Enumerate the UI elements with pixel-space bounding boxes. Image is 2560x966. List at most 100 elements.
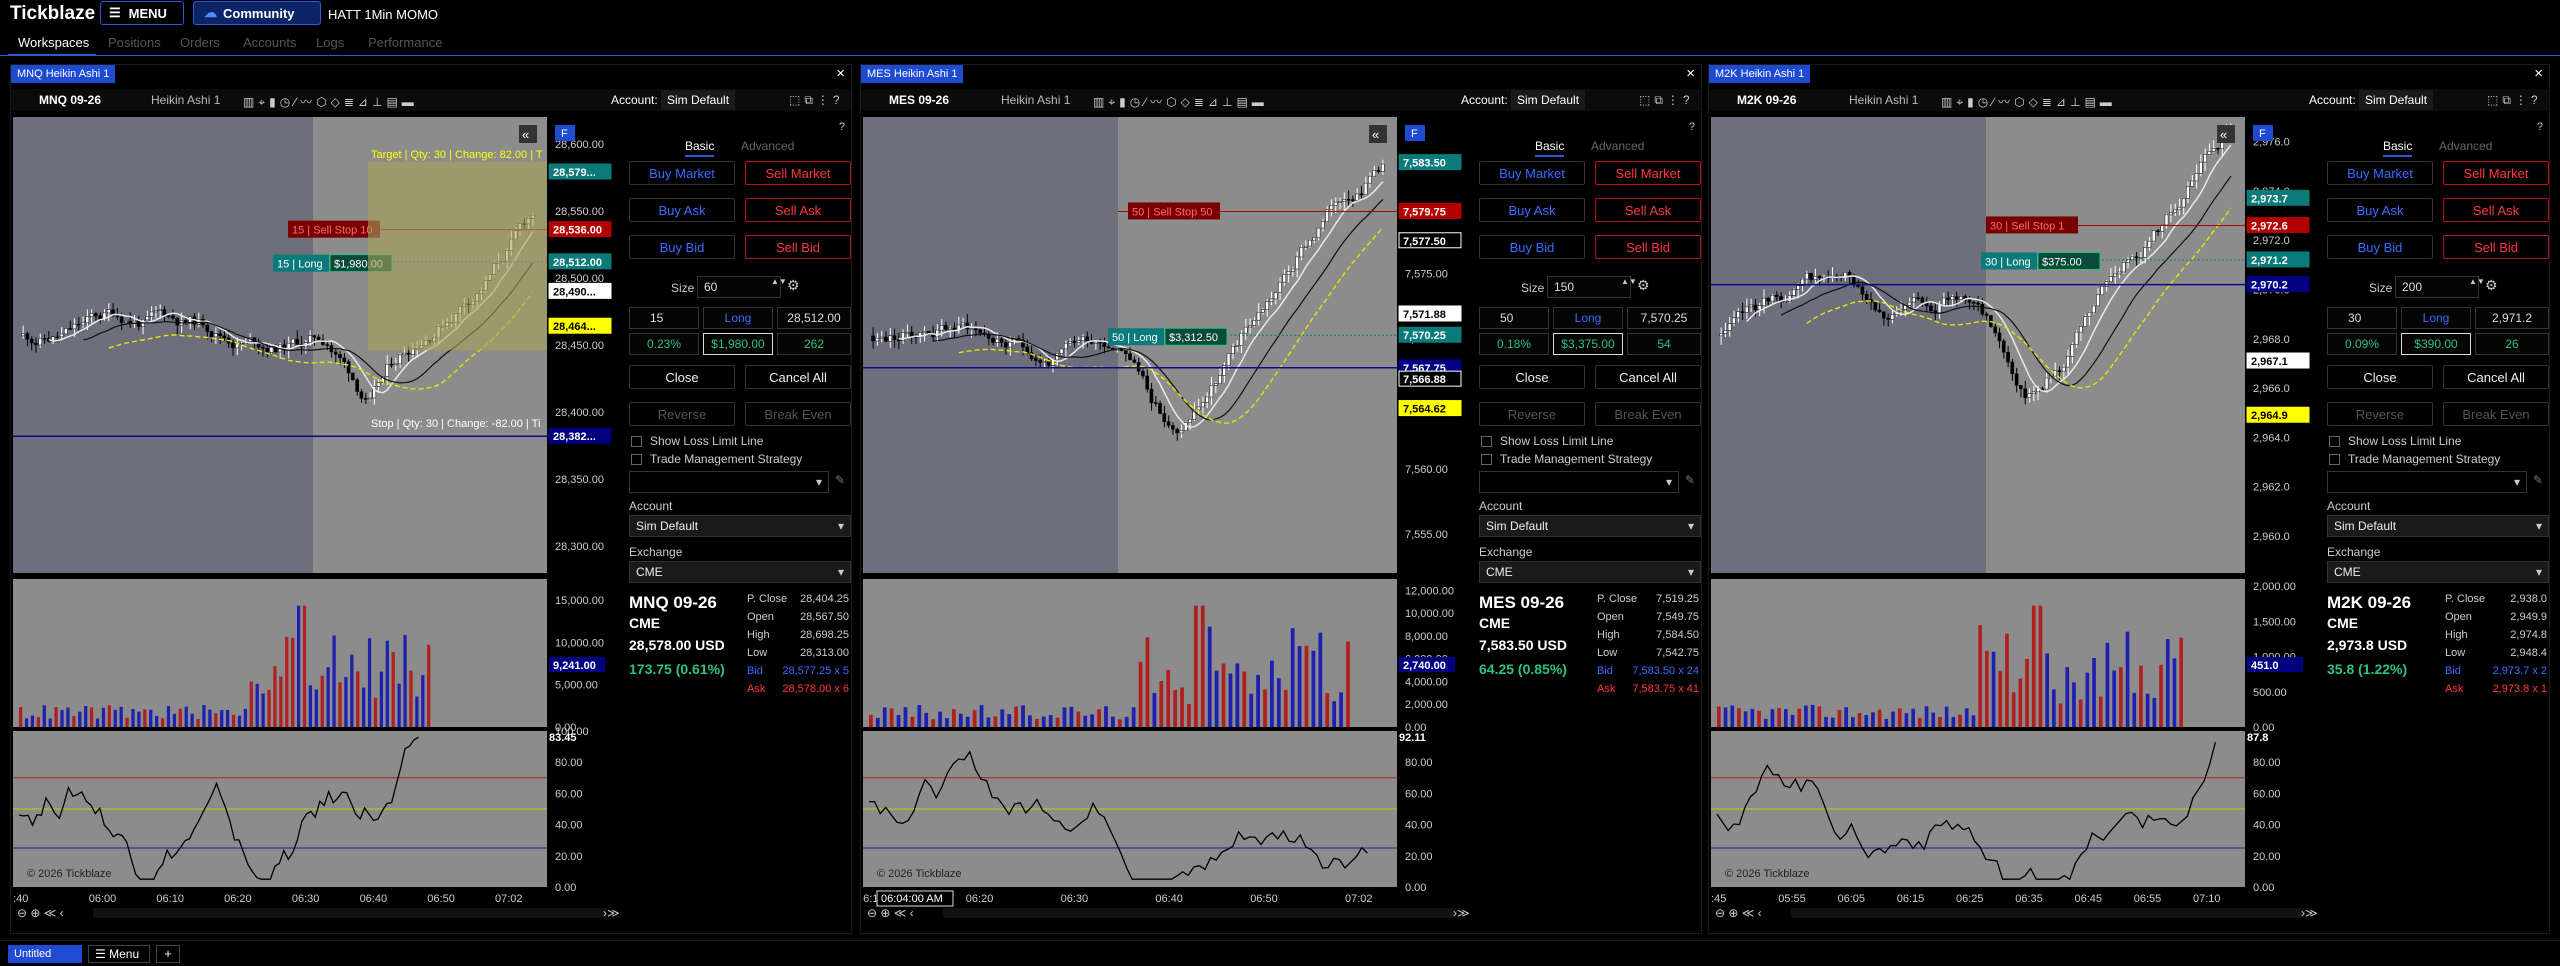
symbol-selector[interactable]: MES 09-26 — [889, 93, 949, 107]
reverse-button[interactable]: Reverse — [2327, 402, 2433, 426]
symbol-selector[interactable]: M2K 09-26 — [1737, 93, 1796, 107]
close-icon[interactable]: × — [2534, 65, 2543, 83]
window-options-icon[interactable]: ⬚⧉⋮? — [789, 93, 844, 108]
window-title[interactable]: MNQ Heikin Ashi 1 — [11, 65, 116, 83]
drawing-tools-icon[interactable]: ▥⌖▮◷⁄〰⬡◇≣⊿⊥▤▬ — [1941, 93, 2116, 110]
break-even-button[interactable]: Break Even — [2443, 402, 2549, 426]
edit-icon[interactable]: ✎ — [2533, 473, 2543, 487]
edit-icon[interactable]: ✎ — [835, 473, 845, 487]
help-icon[interactable]: ? — [839, 121, 845, 133]
tab-advanced[interactable]: Advanced — [1591, 139, 1644, 153]
tab-advanced[interactable]: Advanced — [741, 139, 794, 153]
close-position-button[interactable]: Close — [2327, 365, 2433, 389]
size-input[interactable]: 60 — [697, 276, 781, 298]
tab-workspaces[interactable]: Workspaces — [18, 35, 89, 50]
account-selector[interactable]: Sim Default — [2359, 90, 2434, 110]
size-stepper-icon[interactable]: ▲▼ — [771, 277, 787, 287]
symbol-selector[interactable]: MNQ 09-26 — [39, 93, 101, 107]
strategy-select[interactable] — [1479, 471, 1679, 493]
cancel-all-button[interactable]: Cancel All — [2443, 365, 2549, 389]
size-input[interactable]: 150 — [1547, 276, 1631, 298]
tab-performance[interactable]: Performance — [368, 35, 442, 50]
buy-market-button[interactable]: Buy Market — [629, 161, 735, 185]
trade-management-checkbox[interactable]: Trade Management Strategy — [1481, 452, 1652, 466]
size-input[interactable]: 200 — [2395, 276, 2479, 298]
sell-bid-button[interactable]: Sell Bid — [1595, 235, 1701, 259]
sell-market-button[interactable]: Sell Market — [745, 161, 851, 185]
edit-icon[interactable]: ✎ — [1685, 473, 1695, 487]
show-loss-limit-checkbox[interactable]: Show Loss Limit Line — [2329, 434, 2461, 448]
price-chart[interactable]: 2,976.02,974.02,972.02,970.02,968.02,966… — [1711, 117, 2329, 937]
size-stepper-icon[interactable]: ▲▼ — [1621, 277, 1637, 287]
close-position-button[interactable]: Close — [1479, 365, 1585, 389]
window-options-icon[interactable]: ⬚⧉⋮? — [1639, 93, 1694, 108]
account-select[interactable]: Sim Default — [2327, 515, 2549, 537]
trade-management-checkbox[interactable]: Trade Management Strategy — [2329, 452, 2500, 466]
community-button[interactable]: ☁ Community — [193, 1, 321, 25]
sell-bid-button[interactable]: Sell Bid — [2443, 235, 2549, 259]
help-icon[interactable]: ? — [2537, 121, 2543, 133]
break-even-button[interactable]: Break Even — [745, 402, 851, 426]
reverse-button[interactable]: Reverse — [629, 402, 735, 426]
tab-basic[interactable]: Basic — [2383, 139, 2413, 157]
buy-bid-button[interactable]: Buy Bid — [2327, 235, 2433, 259]
add-workspace-button[interactable]: + — [156, 945, 180, 963]
sell-market-button[interactable]: Sell Market — [2443, 161, 2549, 185]
bottom-menu-button[interactable]: ☰ Menu — [88, 945, 150, 963]
chart-type-selector[interactable]: Heikin Ashi 1 — [1001, 93, 1070, 107]
exchange-select[interactable]: CME — [629, 561, 851, 583]
sell-ask-button[interactable]: Sell Ask — [1595, 198, 1701, 222]
tab-accounts[interactable]: Accounts — [243, 35, 296, 50]
zoom-controls-icon[interactable]: ⊖ ⊕ ≪ ‹ — [867, 906, 914, 920]
workspace-tab-untitled[interactable]: Untitled — [8, 945, 82, 963]
reverse-button[interactable]: Reverse — [1479, 402, 1585, 426]
scroll-end-icon[interactable]: ›≫ — [2301, 906, 2318, 920]
buy-market-button[interactable]: Buy Market — [2327, 161, 2433, 185]
chart-scrollbar[interactable] — [1791, 908, 2305, 918]
sell-ask-button[interactable]: Sell Ask — [745, 198, 851, 222]
gear-icon[interactable]: ⚙ — [2485, 277, 2498, 294]
drawing-tools-icon[interactable]: ▥⌖▮◷⁄〰⬡◇≣⊿⊥▤▬ — [1093, 93, 1268, 110]
price-chart[interactable]: 7,575.007,570.007,565.007,560.007,555.00… — [863, 117, 1481, 937]
price-chart[interactable]: 28,600.0028,550.0028,500.0028,450.0028,4… — [13, 117, 631, 937]
chart-scrollbar[interactable] — [93, 908, 607, 918]
close-position-button[interactable]: Close — [629, 365, 735, 389]
trade-management-checkbox[interactable]: Trade Management Strategy — [631, 452, 802, 466]
account-select[interactable]: Sim Default — [1479, 515, 1701, 537]
tab-basic[interactable]: Basic — [685, 139, 715, 157]
sell-ask-button[interactable]: Sell Ask — [2443, 198, 2549, 222]
sell-market-button[interactable]: Sell Market — [1595, 161, 1701, 185]
size-stepper-icon[interactable]: ▲▼ — [2469, 277, 2485, 287]
tab-advanced[interactable]: Advanced — [2439, 139, 2492, 153]
tab-logs[interactable]: Logs — [316, 35, 344, 50]
buy-ask-button[interactable]: Buy Ask — [1479, 198, 1585, 222]
tab-basic[interactable]: Basic — [1535, 139, 1565, 157]
gear-icon[interactable]: ⚙ — [787, 277, 800, 294]
help-icon[interactable]: ? — [1689, 121, 1695, 133]
chart-scrollbar[interactable] — [943, 908, 1457, 918]
tab-positions[interactable]: Positions — [108, 35, 161, 50]
close-icon[interactable]: × — [836, 65, 845, 83]
buy-bid-button[interactable]: Buy Bid — [1479, 235, 1585, 259]
show-loss-limit-checkbox[interactable]: Show Loss Limit Line — [1481, 434, 1613, 448]
chart-type-selector[interactable]: Heikin Ashi 1 — [151, 93, 220, 107]
cancel-all-button[interactable]: Cancel All — [745, 365, 851, 389]
buy-ask-button[interactable]: Buy Ask — [2327, 198, 2433, 222]
window-title[interactable]: MES Heikin Ashi 1 — [861, 65, 964, 83]
strategy-select[interactable] — [2327, 471, 2527, 493]
buy-ask-button[interactable]: Buy Ask — [629, 198, 735, 222]
tab-orders[interactable]: Orders — [180, 35, 220, 50]
gear-icon[interactable]: ⚙ — [1637, 277, 1650, 294]
zoom-controls-icon[interactable]: ⊖ ⊕ ≪ ‹ — [1715, 906, 1762, 920]
show-loss-limit-checkbox[interactable]: Show Loss Limit Line — [631, 434, 763, 448]
exchange-select[interactable]: CME — [2327, 561, 2549, 583]
scroll-end-icon[interactable]: ›≫ — [1453, 906, 1470, 920]
zoom-controls-icon[interactable]: ⊖ ⊕ ≪ ‹ — [17, 906, 64, 920]
window-title[interactable]: M2K Heikin Ashi 1 — [1709, 65, 1811, 83]
strategy-select[interactable] — [629, 471, 829, 493]
account-selector[interactable]: Sim Default — [1511, 90, 1586, 110]
account-select[interactable]: Sim Default — [629, 515, 851, 537]
window-options-icon[interactable]: ⬚⧉⋮? — [2487, 93, 2542, 108]
exchange-select[interactable]: CME — [1479, 561, 1701, 583]
scroll-end-icon[interactable]: ›≫ — [603, 906, 620, 920]
